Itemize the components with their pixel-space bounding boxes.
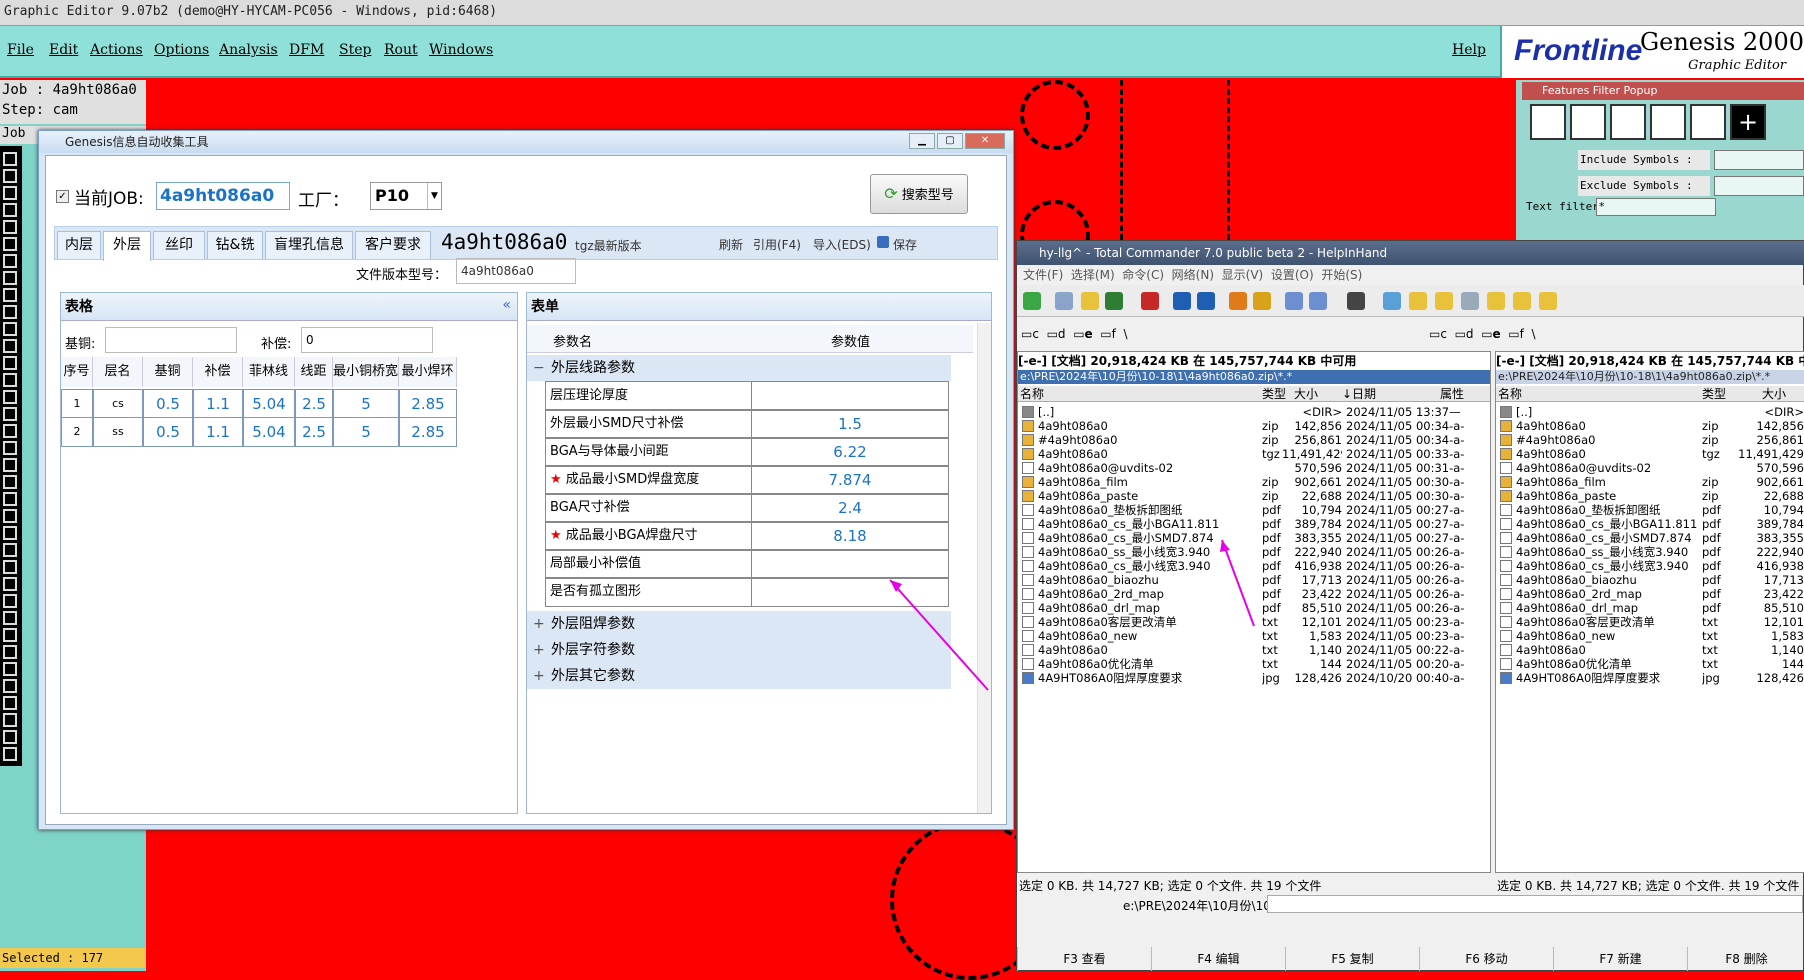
arrow-line bbox=[1221, 539, 1255, 627]
annotation-arrows bbox=[889, 539, 1255, 691]
arrow-head bbox=[1220, 540, 1230, 552]
arrow-line bbox=[889, 579, 989, 691]
